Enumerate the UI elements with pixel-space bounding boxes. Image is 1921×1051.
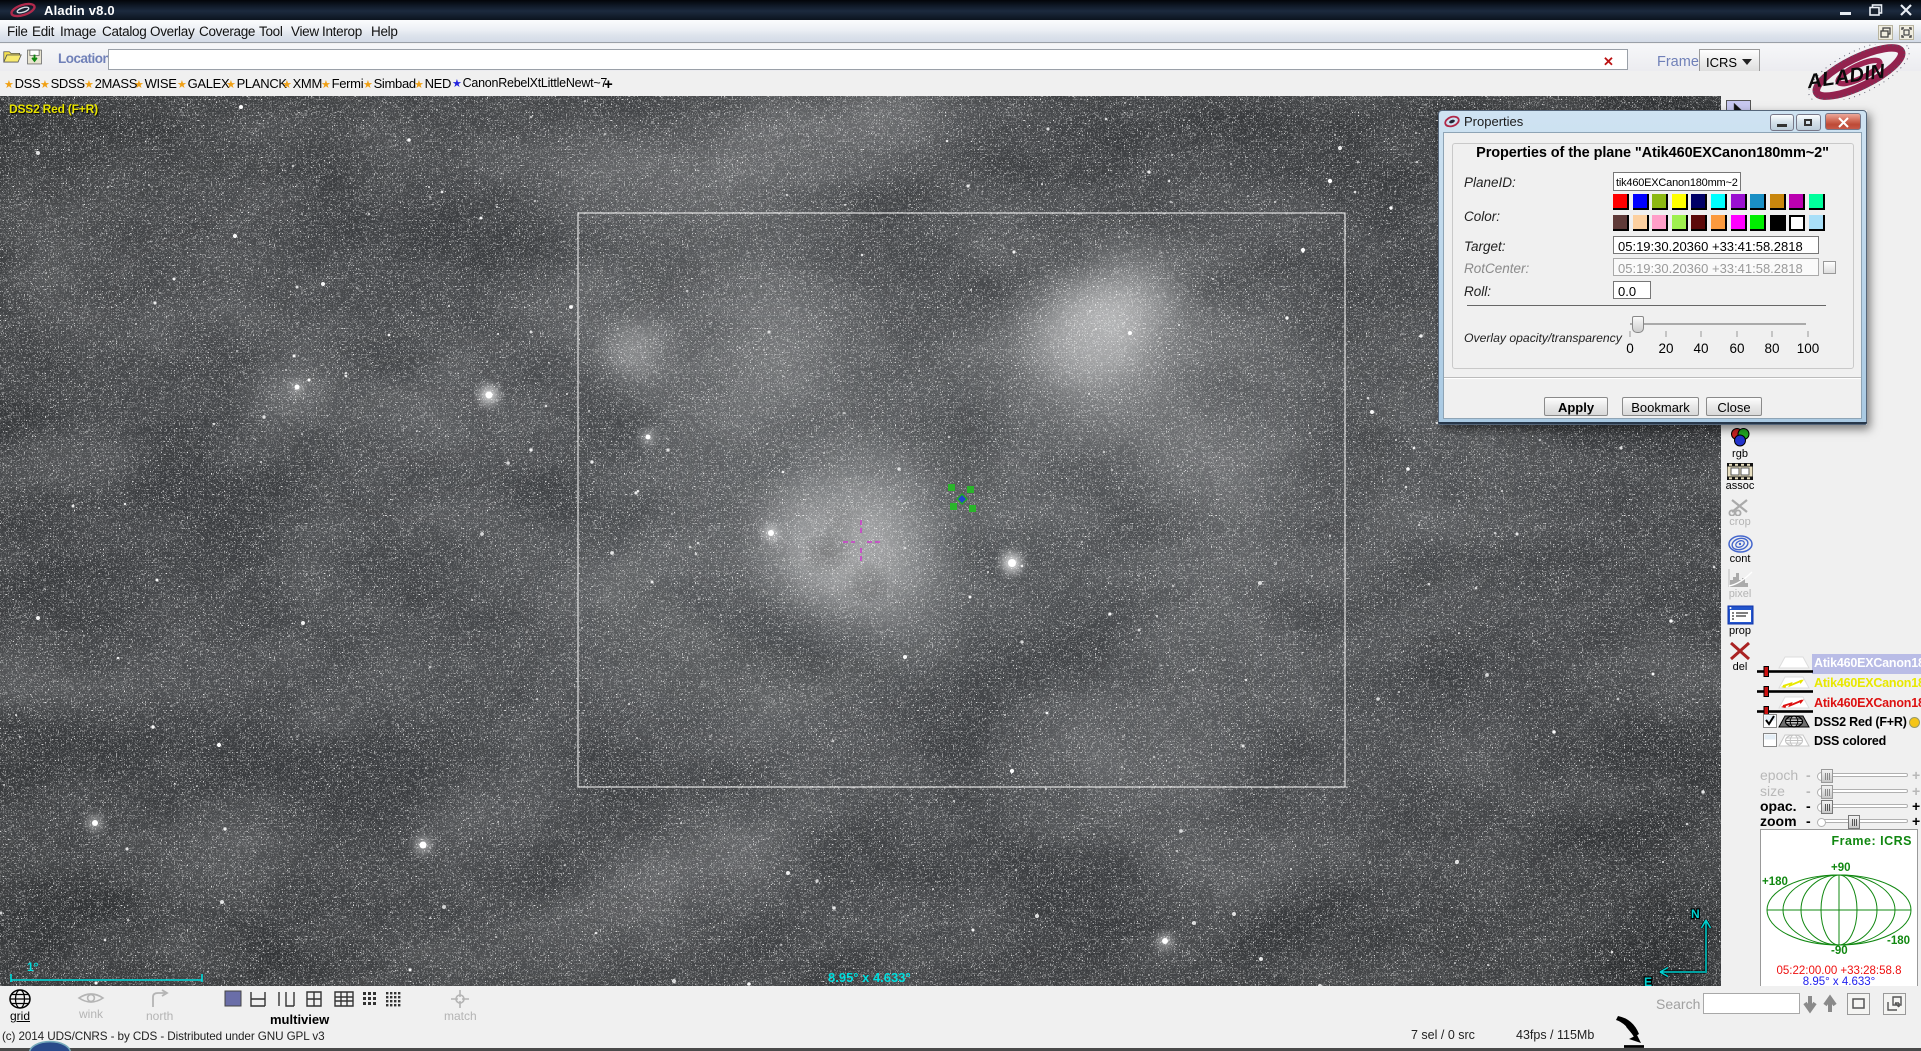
svg-text:8.95° x 4.633°: 8.95° x 4.633° <box>828 970 911 985</box>
svg-text:20: 20 <box>1658 341 1673 356</box>
svg-text:N: N <box>1691 907 1700 921</box>
svg-text:100: 100 <box>1797 341 1820 356</box>
svg-text:+180: +180 <box>1762 876 1788 888</box>
svg-text:ALADIN: ALADIN <box>1805 60 1887 93</box>
svg-text:+90: +90 <box>1831 862 1851 874</box>
svg-text:1°: 1° <box>27 960 39 974</box>
svg-text:60: 60 <box>1729 341 1744 356</box>
svg-text:Frame: ICRS: Frame: ICRS <box>1831 834 1912 848</box>
svg-text:40: 40 <box>1693 341 1708 356</box>
svg-text:-90: -90 <box>1831 945 1848 957</box>
svg-text:0: 0 <box>1626 341 1634 356</box>
svg-text:80: 80 <box>1764 341 1779 356</box>
svg-text:E: E <box>1644 975 1652 986</box>
svg-text:-180: -180 <box>1887 935 1910 947</box>
